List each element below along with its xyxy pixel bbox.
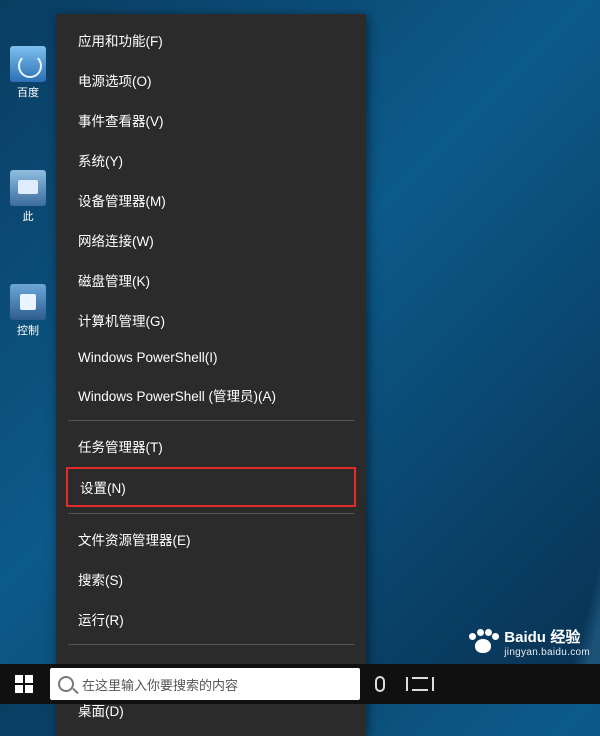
start-button[interactable] <box>0 664 48 704</box>
menu-item-label: 计算机管理(G) <box>78 310 165 330</box>
menu-item-disk-management[interactable]: 磁盘管理(K) <box>56 260 366 300</box>
baidu-paw-icon <box>468 629 498 655</box>
desktop-icon-label: 此 <box>23 211 34 223</box>
menu-item-label: 电源选项(O) <box>78 70 152 90</box>
search-placeholder: 在这里输入你要搜索的内容 <box>82 675 238 694</box>
menu-item-file-explorer[interactable]: 文件资源管理器(E) <box>56 519 366 559</box>
menu-item-powershell-admin[interactable]: Windows PowerShell (管理员)(A) <box>56 375 366 415</box>
menu-separator <box>68 644 354 645</box>
watermark-brand: Baidu <box>504 629 546 646</box>
menu-item-label: 运行(R) <box>78 609 124 629</box>
search-icon <box>58 676 74 692</box>
desktop-icon[interactable]: 百度 <box>0 46 56 100</box>
task-view-icon <box>410 677 430 691</box>
menu-item-label: 文件资源管理器(E) <box>78 529 191 549</box>
desktop-icon[interactable]: 控制 <box>0 284 56 338</box>
menu-item-label: Windows PowerShell(I) <box>78 350 218 365</box>
desktop-icon-label: 控制 <box>17 325 39 337</box>
watermark: Baidu 经验 jingyan.baidu.com <box>468 626 590 658</box>
watermark-url: jingyan.baidu.com <box>504 647 590 658</box>
menu-item-label: 应用和功能(F) <box>78 30 163 50</box>
menu-item-settings[interactable]: 设置(N) <box>66 467 356 507</box>
menu-separator <box>68 513 354 514</box>
taskbar: 在这里输入你要搜索的内容 <box>0 664 600 704</box>
menu-item-label: 系统(Y) <box>78 150 123 170</box>
winx-context-menu: 应用和功能(F) 电源选项(O) 事件查看器(V) 系统(Y) 设备管理器(M)… <box>56 14 366 736</box>
taskbar-search-box[interactable]: 在这里输入你要搜索的内容 <box>50 668 360 700</box>
menu-item-label: 任务管理器(T) <box>78 436 163 456</box>
task-view-button[interactable] <box>400 664 440 704</box>
menu-item-power-options[interactable]: 电源选项(O) <box>56 60 366 100</box>
menu-item-run[interactable]: 运行(R) <box>56 599 366 639</box>
windows-logo-icon <box>15 675 33 693</box>
menu-item-label: 事件查看器(V) <box>78 110 164 130</box>
microphone-icon <box>375 676 385 692</box>
menu-item-label: 搜索(S) <box>78 569 123 589</box>
menu-item-task-manager[interactable]: 任务管理器(T) <box>56 426 366 466</box>
app-icon <box>10 46 46 82</box>
menu-separator <box>68 420 354 421</box>
menu-item-label: 网络连接(W) <box>78 230 154 250</box>
watermark-sub: 经验 <box>550 629 580 646</box>
menu-item-label: 设置(N) <box>80 477 126 497</box>
menu-item-apps-features[interactable]: 应用和功能(F) <box>56 20 366 60</box>
menu-item-label: Windows PowerShell (管理员)(A) <box>78 385 276 405</box>
menu-item-device-manager[interactable]: 设备管理器(M) <box>56 180 366 220</box>
menu-item-network-connections[interactable]: 网络连接(W) <box>56 220 366 260</box>
menu-item-system[interactable]: 系统(Y) <box>56 140 366 180</box>
menu-item-powershell[interactable]: Windows PowerShell(I) <box>56 340 366 375</box>
cortana-mic-button[interactable] <box>360 664 400 704</box>
menu-item-computer-management[interactable]: 计算机管理(G) <box>56 300 366 340</box>
control-panel-icon <box>10 284 46 320</box>
menu-item-label: 设备管理器(M) <box>78 190 166 210</box>
this-pc-icon <box>10 170 46 206</box>
desktop-icon-label: 百度 <box>17 87 39 99</box>
desktop-icon[interactable]: 此 <box>0 170 56 224</box>
menu-item-search[interactable]: 搜索(S) <box>56 559 366 599</box>
desktop-icons-column: 百度 此 控制 <box>0 0 56 338</box>
watermark-text: Baidu 经验 jingyan.baidu.com <box>504 626 590 658</box>
menu-item-label: 磁盘管理(K) <box>78 270 150 290</box>
menu-item-event-viewer[interactable]: 事件查看器(V) <box>56 100 366 140</box>
